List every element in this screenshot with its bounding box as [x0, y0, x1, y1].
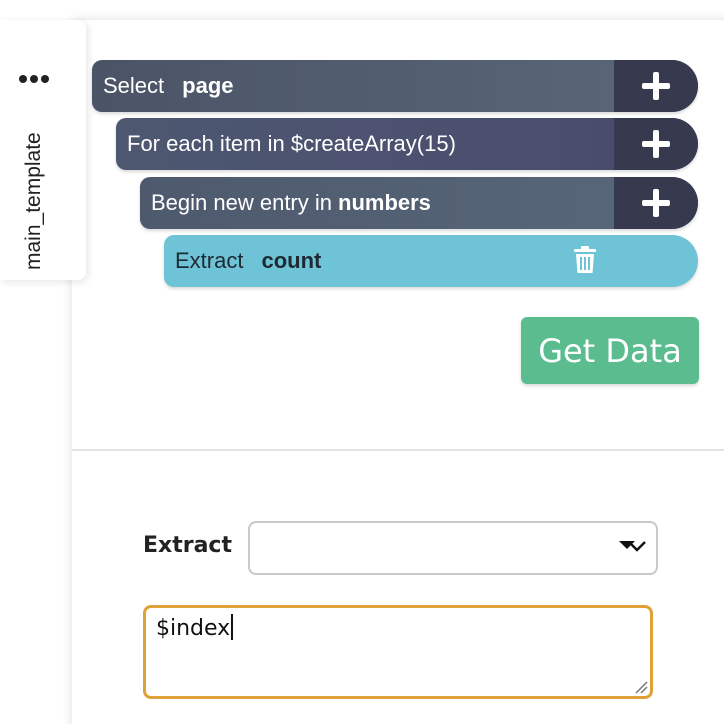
command-extract[interactable]: Extract count — [164, 235, 698, 287]
template-tab-label[interactable]: main_template — [22, 132, 46, 270]
ellipsis-icon[interactable] — [19, 75, 49, 85]
command-prefix: Begin new entry in — [151, 190, 332, 215]
chevron-down-icon — [619, 541, 646, 552]
trash-icon[interactable] — [570, 245, 600, 275]
textarea-value: $index — [156, 616, 231, 641]
command-keyword: numbers — [338, 190, 431, 215]
command-select[interactable]: Select page — [92, 60, 698, 112]
page: main_template Select page For each item i… — [0, 0, 724, 724]
command-keyword: count — [261, 248, 322, 273]
command-text: Begin new entry in numbers — [140, 190, 431, 216]
command-prefix: Select — [103, 73, 165, 98]
command-text: Select page — [92, 73, 234, 99]
template-side-tab[interactable]: main_template — [0, 20, 86, 280]
extract-expression-textarea[interactable]: $index — [143, 605, 653, 699]
plus-icon — [642, 72, 670, 100]
extract-select[interactable] — [248, 521, 658, 575]
command-for-each[interactable]: For each item in $createArray(15) — [116, 118, 698, 170]
command-keyword: page — [182, 73, 234, 98]
command-begin-entry[interactable]: Begin new entry in numbers — [140, 177, 698, 229]
add-command-button[interactable] — [614, 60, 698, 112]
text-caret — [231, 614, 234, 640]
add-command-button[interactable] — [614, 118, 698, 170]
section-divider — [72, 449, 724, 451]
command-text: Extract count — [164, 248, 321, 274]
command-text: For each item in $createArray(15) — [116, 131, 456, 157]
plus-icon — [642, 130, 670, 158]
extract-label: Extract — [143, 533, 232, 558]
add-command-button[interactable] — [614, 177, 698, 229]
plus-icon — [642, 189, 670, 217]
get-data-button[interactable]: Get Data — [521, 317, 699, 384]
command-prefix: Extract — [175, 248, 244, 273]
command-prefix: For each item in $createArray(15) — [127, 131, 456, 156]
resize-handle-icon[interactable] — [634, 680, 648, 694]
